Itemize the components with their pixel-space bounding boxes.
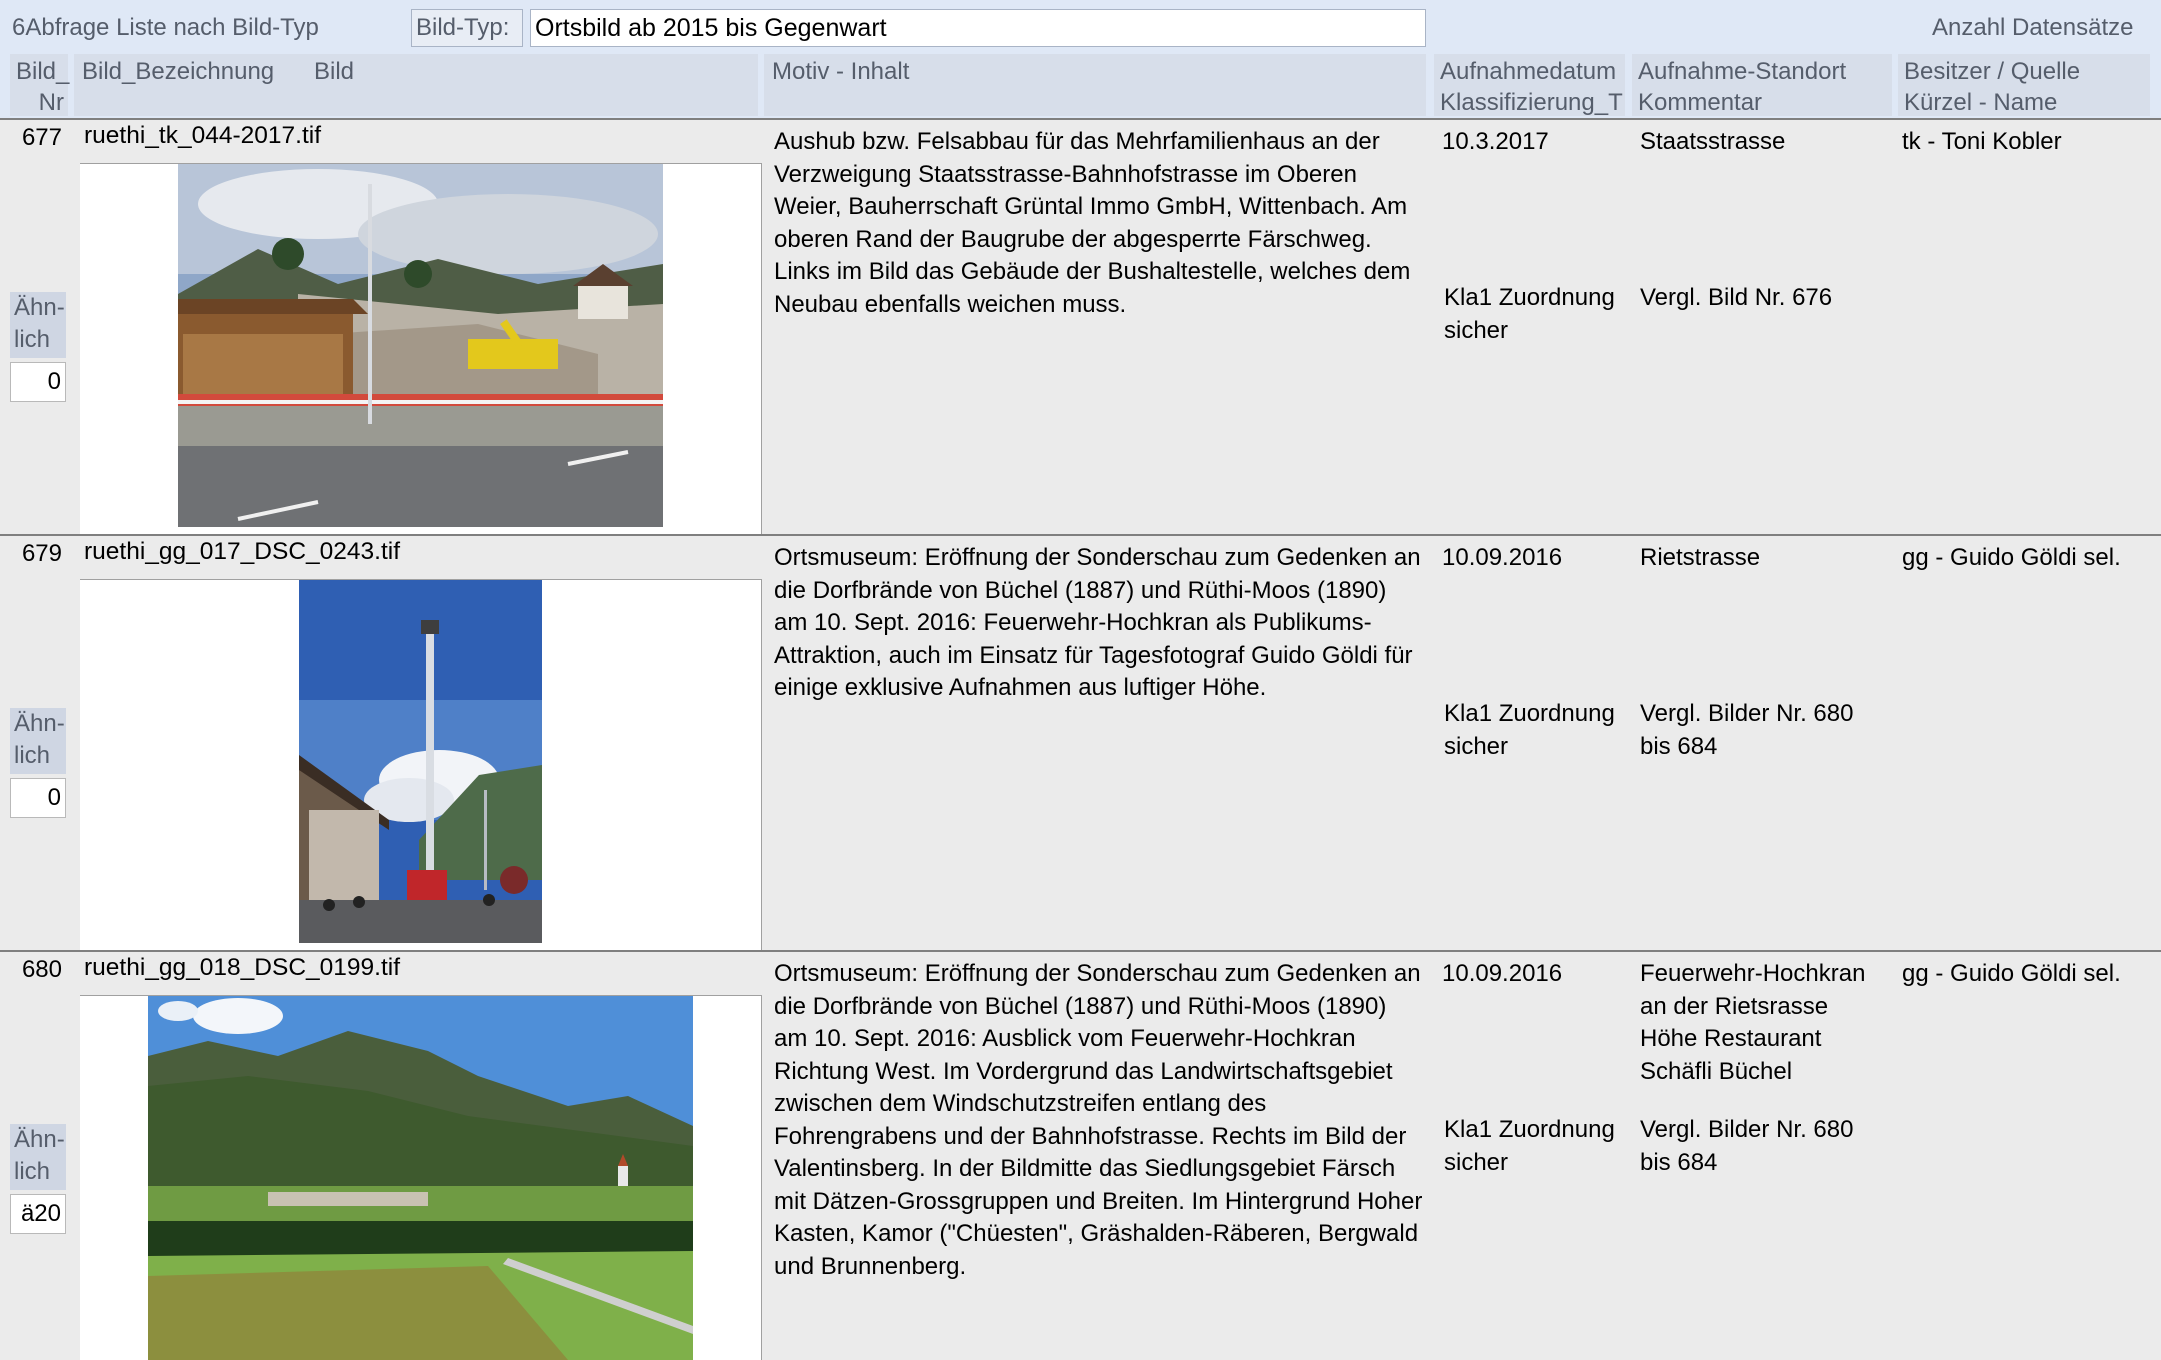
- col-header-bezeichnung-label: Bild_Bezeichnung: [82, 58, 275, 85]
- col-header-motiv[interactable]: Motiv - Inhalt: [764, 54, 1426, 116]
- col-header-standort-line2: Kommentar: [1638, 89, 1763, 116]
- col-header-datum[interactable]: Aufnahmedatum Klassifizierung_T: [1434, 54, 1625, 116]
- record-datum[interactable]: 10.09.2016: [1442, 958, 1562, 991]
- col-header-standort[interactable]: Aufnahme-Standort Kommentar: [1632, 54, 1892, 116]
- record-nr: 680: [21, 956, 62, 983]
- record-besitzer[interactable]: tk - Toni Kobler: [1902, 126, 2152, 159]
- record-row[interactable]: 679 ruethi_gg_017_DSC_0243.tif Ähn-lich …: [0, 536, 2161, 950]
- record-klassifizierung[interactable]: Kla1 Zuordnung sicher: [1444, 698, 1626, 763]
- record-datum[interactable]: 10.09.2016: [1442, 542, 1562, 575]
- bildtyp-label: Bild-Typ:: [411, 9, 523, 47]
- col-header-besitzer-line1: Besitzer / Quelle: [1904, 58, 2081, 85]
- valley-landscape-photo[interactable]: [148, 996, 693, 1360]
- record-bezeichnung[interactable]: ruethi_tk_044-2017.tif: [84, 120, 321, 153]
- record-klassifizierung[interactable]: Kla1 Zuordnung sicher: [1444, 1114, 1626, 1179]
- col-header-bild-label: Bild: [314, 58, 355, 85]
- col-header-standort-line1: Aufnahme-Standort: [1638, 58, 1847, 85]
- record-nr: 677: [21, 124, 62, 151]
- record-motiv[interactable]: Ortsmuseum: Eröffnung der Sonderschau zu…: [774, 958, 1424, 1283]
- record-bezeichnung[interactable]: ruethi_gg_018_DSC_0199.tif: [84, 952, 400, 985]
- fire-crane-photo[interactable]: [299, 580, 542, 943]
- col-header-datum-line2: Klassifizierung_T: [1440, 89, 1623, 116]
- record-kommentar[interactable]: Vergl. Bilder Nr. 680 bis 684: [1640, 698, 1890, 763]
- col-header-nr-line1: Bild_: [16, 58, 70, 85]
- record-besitzer[interactable]: gg - Guido Göldi sel.: [1902, 958, 2152, 991]
- record-besitzer[interactable]: gg - Guido Göldi sel.: [1902, 542, 2152, 575]
- col-header-motiv-label: Motiv - Inhalt: [772, 58, 910, 85]
- record-motiv[interactable]: Aushub bzw. Felsabbau für das Mehrfamili…: [774, 126, 1424, 321]
- record-standort[interactable]: Feuerwehr-Hochkran an der Rietsrasse Höh…: [1640, 958, 1890, 1088]
- record-count-label: Anzahl Datensätze: [1932, 14, 2134, 41]
- aehnlich-field[interactable]: ä20: [10, 1194, 66, 1234]
- record-bezeichnung[interactable]: ruethi_gg_017_DSC_0243.tif: [84, 536, 400, 569]
- aehnlich-label: Ähn-lich: [10, 1124, 66, 1190]
- record-kommentar[interactable]: Vergl. Bild Nr. 676: [1640, 282, 1890, 315]
- col-header-nr[interactable]: Bild_ Nr: [10, 54, 70, 116]
- col-header-bezeichnung[interactable]: Bild_Bezeichnung Bild: [74, 54, 758, 116]
- col-header-datum-line1: Aufnahmedatum: [1440, 58, 1617, 85]
- aehnlich-field[interactable]: 0: [10, 362, 66, 402]
- record-datum[interactable]: 10.3.2017: [1442, 126, 1549, 159]
- record-row[interactable]: 677 ruethi_tk_044-2017.tif Ähn-lich 0 Au…: [0, 120, 2161, 534]
- aehnlich-label: Ähn-lich: [10, 292, 66, 358]
- col-header-nr-line2: Nr: [38, 89, 64, 116]
- col-header-besitzer-line2: Kürzel - Name: [1904, 89, 2058, 116]
- construction-site-photo[interactable]: [178, 164, 663, 527]
- query-title: 6Abfrage Liste nach Bild-Typ: [12, 14, 319, 41]
- record-motiv[interactable]: Ortsmuseum: Eröffnung der Sonderschau zu…: [774, 542, 1424, 705]
- col-header-besitzer[interactable]: Besitzer / Quelle Kürzel - Name: [1898, 54, 2150, 116]
- record-nr: 679: [21, 540, 62, 567]
- record-standort[interactable]: Staatsstrasse: [1640, 126, 1890, 159]
- aehnlich-field[interactable]: 0: [10, 778, 66, 818]
- record-row[interactable]: 680 ruethi_gg_018_DSC_0199.tif Ähn-lich …: [0, 952, 2161, 1360]
- record-kommentar[interactable]: Vergl. Bilder Nr. 680 bis 684: [1640, 1114, 1890, 1179]
- record-klassifizierung[interactable]: Kla1 Zuordnung sicher: [1444, 282, 1626, 347]
- aehnlich-label: Ähn-lich: [10, 708, 66, 774]
- record-standort[interactable]: Rietstrasse: [1640, 542, 1890, 575]
- bildtyp-field[interactable]: Ortsbild ab 2015 bis Gegenwart: [530, 9, 1426, 47]
